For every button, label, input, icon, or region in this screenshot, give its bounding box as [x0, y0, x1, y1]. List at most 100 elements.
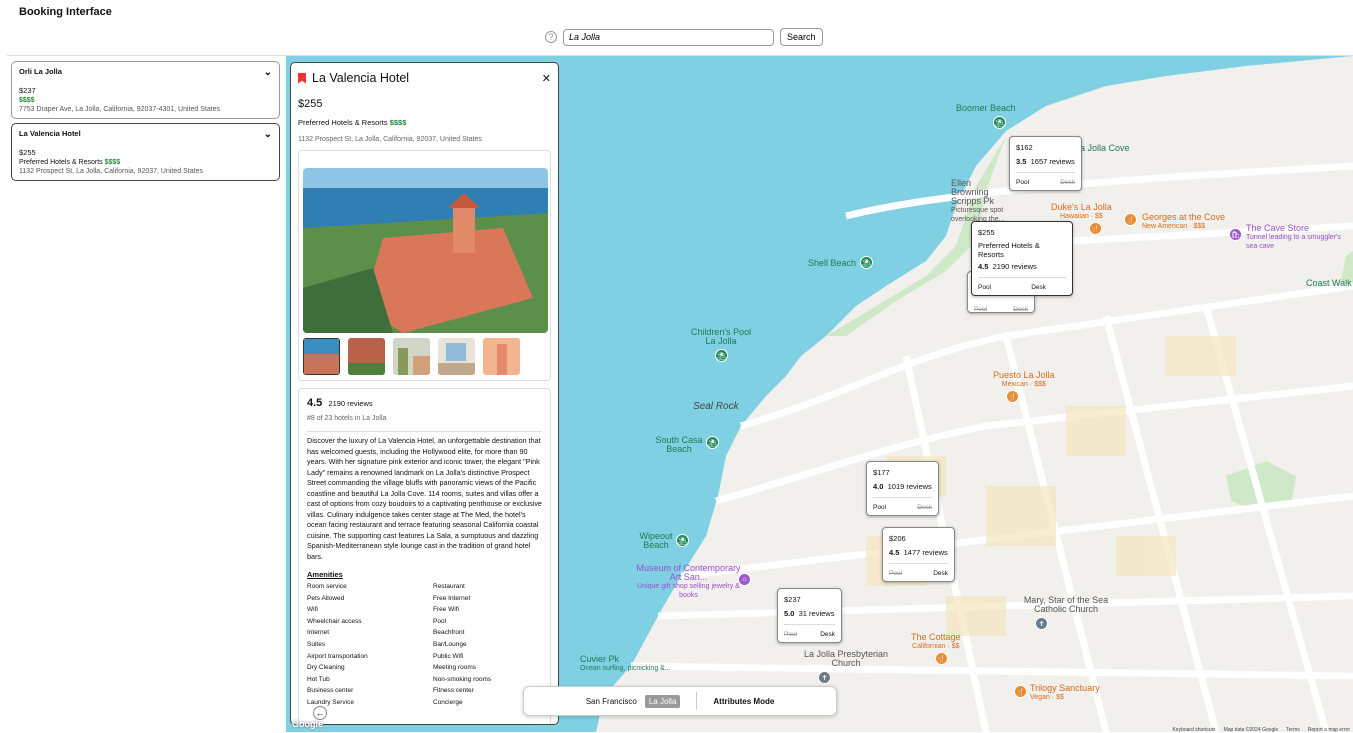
- close-icon[interactable]: ✕: [542, 72, 551, 85]
- museum-icon[interactable]: ⌂: [738, 573, 751, 586]
- beach-icon[interactable]: ⛱: [676, 534, 689, 547]
- amenity: Laundry Service: [307, 698, 354, 706]
- label-puesto: Puesto La Jolla Mexican · $$$: [993, 371, 1055, 389]
- map-card-rating: 4.5 1477 reviews: [889, 548, 948, 557]
- hotel-card-la-valencia[interactable]: La Valencia Hotel ⌄ $255 Preferred Hotels…: [11, 123, 280, 181]
- label-sub: Vegan · $$: [1030, 694, 1064, 701]
- map-hotel-card[interactable]: $162 3.5 1657 reviews Pool Desk: [1009, 136, 1082, 191]
- city-la-jolla[interactable]: La Jolla: [644, 694, 681, 708]
- label-text: Georges at the Cove: [1142, 212, 1226, 222]
- detail-title: La Valencia Hotel: [312, 71, 410, 85]
- map-hotel-card-selected[interactable]: $255 Preferred Hotels & Resorts 4.5 2190…: [971, 221, 1073, 296]
- map-card-price: $237: [784, 595, 801, 604]
- restaurant-icon[interactable]: 🍴: [1089, 222, 1102, 235]
- label-museum: Museum of Contemporary Art San... Unique …: [636, 564, 741, 600]
- app-title: Booking Interface: [19, 6, 112, 18]
- label-text: The Cottage: [911, 632, 961, 642]
- help-icon[interactable]: ?: [545, 31, 557, 43]
- keyboard-shortcuts-link[interactable]: Keyboard shortcuts: [1172, 727, 1215, 733]
- price-tier: $$$$: [389, 118, 407, 127]
- amenity: Dry Cleaning: [307, 664, 345, 672]
- amenity: Beachfront: [433, 629, 465, 637]
- photo-thumbnail[interactable]: [393, 338, 430, 375]
- label-boomer-beach: Boomer Beach: [956, 103, 1016, 113]
- label-text: Trilogy Sanctuary: [1030, 683, 1100, 693]
- amenity: Wifi: [307, 606, 318, 614]
- city-mode-bar: San Francisco La Jolla Attributes Mode: [523, 686, 837, 716]
- label-sub: Mexican · $$$: [1001, 381, 1046, 388]
- label-sub: Hawaiian · $$: [1059, 213, 1103, 220]
- beach-icon[interactable]: ⛱: [860, 256, 873, 269]
- hotel-description: Discover the luxury of La Valencia Hotel…: [307, 431, 542, 562]
- church-icon[interactable]: ✝: [1035, 617, 1048, 630]
- review-count: 2190 reviews: [328, 399, 373, 408]
- main-photo: [303, 168, 548, 333]
- chevron-down-icon[interactable]: ⌄: [264, 67, 272, 78]
- hotel-rank: #8 of 23 hotels in La Jolla: [307, 415, 387, 422]
- hotel-brand-line: Preferred Hotels & Resorts $$$$: [19, 159, 272, 166]
- map-hotel-card[interactable]: $177 4.0 1019 reviews Pool Desk: [866, 461, 939, 516]
- label-seal-rock: Seal Rock: [693, 401, 739, 412]
- terms-link[interactable]: Terms: [1286, 727, 1300, 733]
- report-map-error-link[interactable]: Report a map error: [1308, 727, 1350, 733]
- label-mary-star: Mary, Star of the Sea Catholic Church: [1023, 595, 1109, 614]
- review-count: 1477 reviews: [903, 548, 948, 557]
- church-icon[interactable]: ✝: [818, 671, 831, 684]
- shop-icon[interactable]: 🛍: [1229, 228, 1242, 241]
- beach-icon[interactable]: ⛱: [706, 436, 719, 449]
- attr-pool: Pool: [873, 504, 887, 511]
- label-text: The Cave Store: [1246, 223, 1310, 233]
- label-text: Duke's La Jolla: [1051, 202, 1112, 212]
- search-input[interactable]: [563, 28, 774, 46]
- amenities-list: Room service Restaurant Pets Allowed Fre…: [307, 583, 542, 706]
- restaurant-icon[interactable]: 🍴: [1014, 685, 1027, 698]
- hotel-address: 7753 Draper Ave, La Jolla, California, 9…: [19, 106, 221, 113]
- restaurant-icon[interactable]: 🍴: [935, 652, 948, 665]
- map-card-price: $255: [978, 228, 995, 237]
- hotel-list: Orli La Jolla ⌄ $237 $$$$ 7753 Draper Ave…: [11, 61, 280, 185]
- label-cave-store: The Cave Store Tunnel leading to a smuggl…: [1246, 224, 1353, 251]
- hotel-card-orli[interactable]: Orli La Jolla ⌄ $237 $$$$ 7753 Draper Ave…: [11, 61, 280, 119]
- search-button[interactable]: Search: [780, 28, 823, 46]
- hotel-price: $237: [19, 86, 36, 95]
- amenity: Hot Tub: [307, 675, 330, 683]
- attr-desk: Desk: [1031, 284, 1046, 291]
- label-wipeout: Wipeout Beach: [639, 531, 673, 550]
- attributes-mode-toggle[interactable]: Attributes Mode: [713, 697, 774, 706]
- price-tier: $$$$: [19, 97, 35, 104]
- photo-thumbnail[interactable]: [438, 338, 475, 375]
- map-card-price: $206: [889, 534, 906, 543]
- arrow-left-icon[interactable]: ←: [313, 706, 327, 720]
- map-card-rating: 4.0 1019 reviews: [873, 482, 932, 491]
- map-footer: Keyboard shortcuts Map data ©2024 Google…: [1172, 727, 1350, 733]
- amenity: Suites: [307, 640, 326, 648]
- search-bar: ? Search: [545, 28, 823, 46]
- map-hotel-card[interactable]: $206 4.5 1477 reviews Pool Desk: [882, 527, 955, 582]
- photo-thumbnail[interactable]: [303, 338, 340, 375]
- detail-price: $255: [298, 98, 323, 110]
- restaurant-icon[interactable]: 🍴: [1124, 213, 1137, 226]
- city-san-francisco[interactable]: San Francisco: [586, 697, 637, 706]
- amenity: Room service: [307, 583, 347, 590]
- attr-pool: Pool: [889, 570, 903, 577]
- beach-icon[interactable]: ⛱: [715, 349, 728, 362]
- label-text: Museum of Contemporary Art San...: [636, 563, 741, 582]
- chevron-down-icon[interactable]: ⌄: [264, 129, 272, 140]
- amenity: Restaurant: [433, 583, 465, 590]
- rating-value: 4.5: [978, 262, 989, 271]
- detail-brand-line: Preferred Hotels & Resorts $$$$: [298, 118, 551, 127]
- photo-thumbnail[interactable]: [348, 338, 385, 375]
- amenity: Bar/Lounge: [433, 640, 467, 648]
- map-hotel-card[interactable]: $237 5.0 31 reviews Pool Desk: [777, 588, 842, 643]
- label-sub: Ocean surfing, picnicking &...: [580, 665, 671, 672]
- photo-thumbnail[interactable]: [483, 338, 520, 375]
- beach-icon[interactable]: ⛱: [993, 116, 1006, 129]
- restaurant-icon[interactable]: 🍴: [1006, 390, 1019, 403]
- rating-value: 3.5: [1016, 157, 1027, 166]
- label-trilogy: Trilogy Sanctuary Vegan · $$: [1030, 684, 1100, 702]
- amenity: Free Wifi: [433, 606, 459, 614]
- attr-pool: Pool: [1016, 179, 1030, 186]
- bookmark-icon[interactable]: [298, 72, 306, 84]
- hotel-detail-panel: La Valencia Hotel ✕ $255 Preferred Hotel…: [290, 62, 559, 725]
- attr-pool: Pool: [974, 306, 988, 313]
